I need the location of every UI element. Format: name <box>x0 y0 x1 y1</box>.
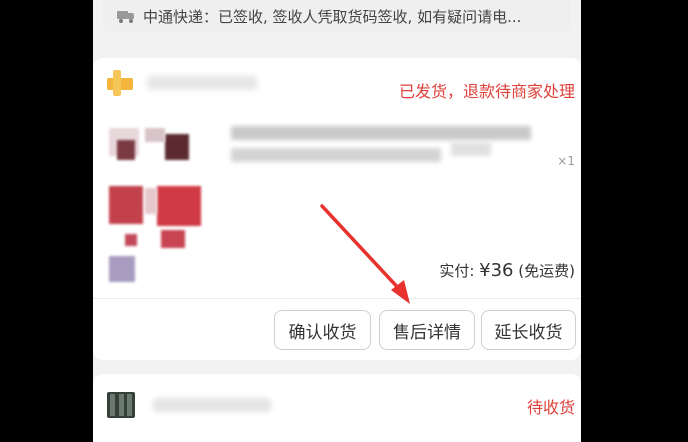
order-status: 待收货 <box>526 398 575 417</box>
order-status: 已发货，退款待商家处理 <box>398 82 575 101</box>
store-icon <box>107 70 133 96</box>
confirm-receipt-button[interactable]: 确认收货 <box>274 310 371 350</box>
product-thumbnail[interactable] <box>105 118 217 290</box>
divider <box>93 298 581 299</box>
shipping-note: (免运费) <box>513 262 575 280</box>
logistics-banner[interactable]: 中通快递：已签收, 签收人凭取货码签收, 如有疑问请电... <box>103 0 571 32</box>
shop-name-redacted <box>147 76 257 90</box>
shop-name-redacted <box>153 398 271 412</box>
truck-icon <box>117 9 135 23</box>
shop-header[interactable]: 已发货，退款待商家处理 <box>93 58 581 110</box>
after-sale-details-button[interactable]: 售后详情 <box>379 310 475 350</box>
logistics-status-text: 中通快递：已签收, 签收人凭取货码签收, 如有疑问请电... <box>143 7 522 26</box>
product-title-redacted[interactable] <box>231 122 571 178</box>
order-list-screen: 中通快递：已签收, 签收人凭取货码签收, 如有疑问请电... 已发货，退款待商家… <box>93 0 581 442</box>
extend-receipt-button[interactable]: 延长收货 <box>481 310 576 350</box>
order-card: 已发货，退款待商家处理 ×1 实付: ¥36 (免运费) 确认收货 售后详情 延… <box>93 58 581 360</box>
paid-amount-row: 实付: ¥36 (免运费) <box>439 260 575 281</box>
order-card-2: 待收货 <box>93 374 581 442</box>
store-icon <box>107 392 135 418</box>
product-quantity: ×1 <box>557 154 575 168</box>
paid-label: 实付: <box>439 262 480 280</box>
paid-amount: ¥36 <box>479 260 514 281</box>
